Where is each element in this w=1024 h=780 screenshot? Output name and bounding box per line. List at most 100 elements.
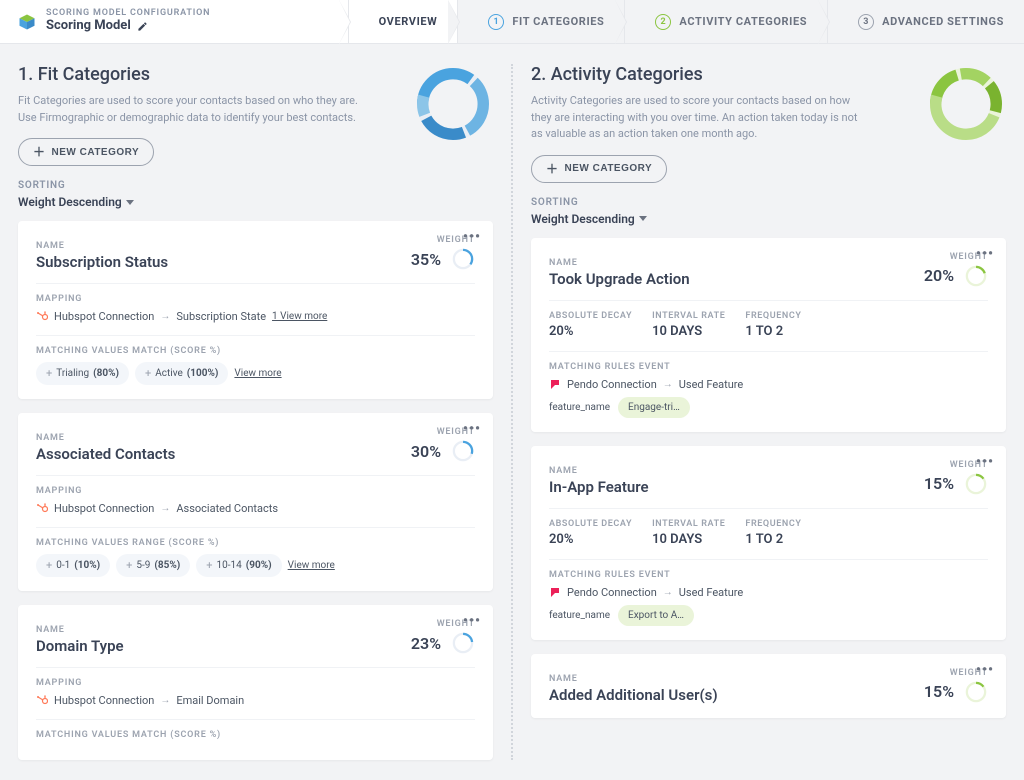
sorting-value-text: Weight Descending [18, 195, 122, 209]
hubspot-icon [36, 503, 48, 515]
card-title: Associated Contacts [36, 445, 175, 463]
pendo-icon [549, 378, 561, 390]
step-number-icon: 3 [858, 14, 874, 30]
match-pill[interactable]: +Trialing (80%) [36, 362, 129, 385]
name-label: NAME [36, 241, 168, 251]
step-overview[interactable]: OVERVIEW [348, 0, 458, 43]
arrow-right-icon: → [160, 311, 170, 322]
card-menu-icon[interactable]: ••• [976, 662, 994, 678]
edit-icon[interactable] [137, 21, 148, 32]
interval-label: INTERVAL RATE [652, 519, 725, 529]
name-label: NAME [549, 674, 718, 684]
topbar-brand: SCORING MODEL CONFIGURATION Scoring Mode… [0, 9, 228, 33]
frequency-value: 1 TO 2 [745, 324, 801, 339]
step-number-icon: 1 [488, 14, 504, 30]
activity-category-card: ••• NAME Took Upgrade Action WEIGHT 20% [531, 238, 1006, 432]
card-menu-icon[interactable]: ••• [463, 421, 481, 437]
matching-rules-label: MATCHING RULES EVENT [549, 362, 988, 372]
hubspot-icon [36, 311, 48, 323]
matching-label: MATCHING VALUES RANGE (SCORE %) [36, 538, 475, 548]
step-activity-categories[interactable]: 2 ACTIVITY CATEGORIES [624, 0, 827, 43]
hubspot-icon [36, 695, 48, 707]
plus-icon: + [206, 559, 212, 572]
button-label: NEW CATEGORY [52, 147, 140, 158]
interval-value: 10 DAYS [652, 324, 725, 339]
sorting-dropdown[interactable]: Weight Descending [531, 212, 910, 226]
mapping-label: MAPPING [36, 486, 475, 496]
step-label: FIT CATEGORIES [512, 15, 604, 28]
match-pill[interactable]: +5-9 (85%) [116, 554, 190, 577]
fit-donut-chart [413, 64, 493, 144]
decay-label: ABSOLUTE DECAY [549, 311, 632, 321]
card-title: In-App Feature [549, 478, 649, 496]
weight-donut-icon [451, 631, 475, 655]
step-label: ADVANCED SETTINGS [882, 15, 1004, 28]
match-pill[interactable]: +Active (100%) [135, 362, 228, 385]
weight-donut-icon [964, 472, 988, 496]
frequency-label: FREQUENCY [745, 311, 801, 321]
view-more-link[interactable]: View more [288, 560, 335, 571]
match-pill[interactable]: +10-14 (90%) [196, 554, 281, 577]
fit-section-desc: Fit Categories are used to score your co… [18, 93, 358, 126]
card-menu-icon[interactable]: ••• [463, 229, 481, 245]
mapping-field: Associated Contacts [176, 502, 278, 515]
view-more-link[interactable]: 1 View more [272, 311, 327, 322]
frequency-label: FREQUENCY [745, 519, 801, 529]
weight-value: 15% [924, 682, 954, 701]
arrow-right-icon: → [160, 503, 170, 514]
card-title: Subscription Status [36, 253, 168, 271]
step-label: ACTIVITY CATEGORIES [679, 15, 807, 28]
card-title: Added Additional User(s) [549, 686, 718, 704]
weight-value: 23% [411, 634, 441, 653]
card-title: Domain Type [36, 637, 124, 655]
stepper: OVERVIEW 1 FIT CATEGORIES 2 ACTIVITY CAT… [348, 0, 1024, 43]
activity-donut-chart [926, 64, 1006, 144]
chevron-down-icon [639, 216, 647, 221]
weight-value: 20% [924, 266, 954, 285]
name-label: NAME [549, 466, 649, 476]
fit-category-card: ••• NAME Domain Type WEIGHT 23% [18, 605, 493, 760]
connection-name: Hubspot Connection [54, 310, 154, 323]
match-pill[interactable]: +0-1 (10%) [36, 554, 110, 577]
event-name: Used Feature [679, 378, 743, 391]
new-category-button[interactable]: ＋ NEW CATEGORY [531, 155, 667, 183]
activity-column: 2. Activity Categories Activity Categori… [511, 64, 1024, 760]
weight-value: 30% [411, 442, 441, 461]
card-menu-icon[interactable]: ••• [976, 246, 994, 262]
sorting-dropdown[interactable]: Weight Descending [18, 195, 397, 209]
feature-pill[interactable]: Engage-tri… [618, 397, 690, 418]
decay-value: 20% [549, 324, 632, 339]
connection-name: Hubspot Connection [54, 694, 154, 707]
fit-category-card: ••• NAME Subscription Status WEIGHT 35% [18, 221, 493, 399]
page-title: Scoring Model [46, 19, 131, 33]
matching-rules-label: MATCHING RULES EVENT [549, 570, 988, 580]
card-menu-icon[interactable]: ••• [976, 454, 994, 470]
weight-donut-icon [964, 680, 988, 704]
mapping-field: Subscription State [176, 310, 266, 323]
step-label: OVERVIEW [379, 15, 438, 28]
card-menu-icon[interactable]: ••• [463, 613, 481, 629]
arrow-right-icon: → [160, 695, 170, 706]
view-more-link[interactable]: View more [234, 368, 281, 379]
activity-category-card: ••• NAME In-App Feature WEIGHT 15% [531, 446, 1006, 640]
activity-section-desc: Activity Categories are used to score yo… [531, 93, 871, 143]
feature-pill[interactable]: Export to A… [618, 605, 694, 626]
pendo-icon [549, 586, 561, 598]
arrow-right-icon: → [663, 379, 673, 390]
fit-section-title: 1. Fit Categories [18, 64, 397, 85]
new-category-button[interactable]: ＋ NEW CATEGORY [18, 138, 154, 166]
step-fit-categories[interactable]: 1 FIT CATEGORIES [457, 0, 624, 43]
chevron-down-icon [126, 200, 134, 205]
matching-label: MATCHING VALUES MATCH (SCORE %) [36, 730, 475, 740]
interval-value: 10 DAYS [652, 532, 725, 547]
sorting-label: SORTING [531, 197, 910, 208]
name-label: NAME [549, 258, 690, 268]
connection-name: Pendo Connection [567, 378, 657, 391]
interval-label: INTERVAL RATE [652, 311, 725, 321]
feature-name-label: feature_name [549, 610, 610, 621]
weight-value: 35% [411, 250, 441, 269]
step-advanced-settings[interactable]: 3 ADVANCED SETTINGS [827, 0, 1024, 43]
frequency-value: 1 TO 2 [745, 532, 801, 547]
button-label: NEW CATEGORY [565, 163, 653, 174]
feature-name-label: feature_name [549, 402, 610, 413]
